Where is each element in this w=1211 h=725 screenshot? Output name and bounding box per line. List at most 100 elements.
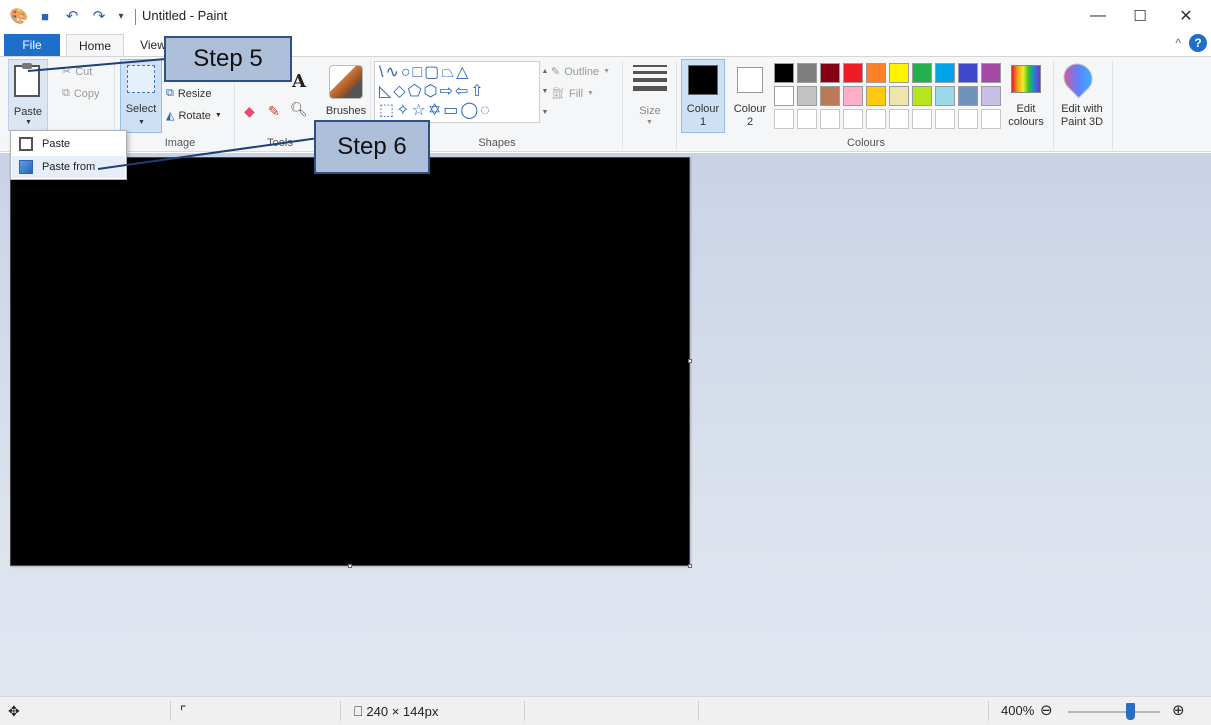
paint-app-icon[interactable]: 🎨 — [10, 7, 29, 25]
zoom-in-icon[interactable]: ⊕ — [1172, 701, 1185, 719]
size-dropdown-arrow-icon[interactable]: ▼ — [646, 119, 653, 126]
cursor-position-icon: ✥ — [8, 703, 20, 719]
select-label: Select — [125, 103, 157, 115]
tab-file[interactable]: File — [4, 34, 60, 56]
zoom-out-icon[interactable]: ⊖ — [1040, 701, 1053, 719]
palette-colour-swatch[interactable] — [889, 86, 909, 106]
resize-handle-right[interactable] — [688, 359, 692, 363]
status-separator — [340, 701, 341, 721]
shapes-scroll[interactable]: ▲ ▼ ▼ — [540, 61, 550, 123]
shapes-gallery[interactable]: \∿○□▢⏢△ ◺◇⬠⬡⇨⇦⇧ ⬚✧☆✡▭◯◌ — [374, 61, 540, 123]
collapse-ribbon-icon[interactable]: ^ — [1175, 36, 1181, 50]
brushes-label[interactable]: Brushes — [322, 105, 370, 118]
palette-colour-swatch[interactable] — [820, 86, 840, 106]
colours-group-label: Colours — [847, 137, 885, 149]
palette-custom-swatch[interactable] — [958, 109, 978, 129]
minimize-button[interactable]: — — [1075, 0, 1121, 32]
rotate-button[interactable]: ◭ Rotate ▼ — [166, 109, 222, 123]
redo-icon[interactable]: ↷ — [90, 7, 108, 25]
colour-2-swatch[interactable] — [737, 67, 763, 93]
shapes-row-1[interactable]: \∿○□▢⏢△ — [379, 64, 470, 82]
undo-icon[interactable]: ↶ — [63, 7, 81, 25]
palette-custom-swatch[interactable] — [866, 109, 886, 129]
palette-colour-swatch[interactable] — [774, 86, 794, 106]
size-icon[interactable] — [633, 65, 667, 95]
shapes-scroll-down-icon[interactable]: ▼ — [542, 88, 549, 95]
palette-colour-swatch[interactable] — [797, 63, 817, 83]
tab-home[interactable]: Home — [66, 34, 124, 56]
magnifier-icon[interactable]: 🔍︎ — [290, 101, 308, 118]
palette-colour-swatch[interactable] — [797, 86, 817, 106]
palette-colour-swatch[interactable] — [866, 63, 886, 83]
palette-colour-swatch[interactable] — [912, 63, 932, 83]
copy-icon: ⧉ — [62, 87, 70, 99]
group-separator — [676, 61, 677, 149]
edit-colours-icon[interactable] — [1011, 65, 1041, 93]
palette-colour-swatch[interactable] — [981, 86, 1001, 106]
palette-colour-swatch[interactable] — [820, 63, 840, 83]
paste-icon — [19, 137, 33, 151]
color-picker-icon[interactable]: ✎ — [268, 103, 280, 120]
shapes-row-2[interactable]: ◺◇⬠⬡⇨⇦⇧ — [379, 83, 486, 101]
zoom-slider-track[interactable] — [1068, 711, 1160, 713]
rotate-icon: ◭ — [166, 110, 175, 122]
save-icon[interactable]: ■ — [36, 7, 54, 25]
zoom-slider-thumb[interactable] — [1126, 703, 1135, 720]
image-size-icon: ⎕ — [354, 703, 363, 719]
edit-colours-label-2[interactable]: colours — [1002, 116, 1050, 129]
palette-colour-swatch[interactable] — [935, 63, 955, 83]
close-button[interactable]: ✕ — [1163, 0, 1209, 32]
shapes-scroll-up-icon[interactable]: ▲ — [542, 68, 549, 75]
palette-custom-swatch[interactable] — [797, 109, 817, 129]
shapes-expand-icon[interactable]: ▼ — [542, 109, 549, 116]
resize-handle-corner[interactable] — [688, 564, 692, 568]
palette-custom-swatch[interactable] — [820, 109, 840, 129]
palette-colour-swatch[interactable] — [843, 63, 863, 83]
paste-dropdown-menu: Paste Paste from — [10, 130, 127, 180]
palette-custom-swatch[interactable] — [981, 109, 1001, 129]
group-separator — [622, 61, 623, 149]
shapes-row-3[interactable]: ⬚✧☆✡▭◯◌ — [379, 102, 492, 120]
palette-colour-swatch[interactable] — [774, 63, 794, 83]
image-size: ⎕ 240 × 144px — [354, 703, 438, 720]
palette-colour-swatch[interactable] — [866, 86, 886, 106]
colour-1-label: Colour — [686, 103, 720, 115]
help-icon[interactable]: ? — [1189, 34, 1207, 52]
palette-colour-swatch[interactable] — [912, 86, 932, 106]
text-tool-icon[interactable]: A — [292, 71, 306, 92]
customize-quick-access-icon[interactable]: ▾ — [112, 7, 130, 25]
palette-colour-swatch[interactable] — [843, 86, 863, 106]
edit-with-paint3d-label-1[interactable]: Edit with — [1054, 103, 1110, 116]
fill-button[interactable]: ⛽︎ Fill ▼ — [551, 87, 594, 101]
palette-colour-swatch[interactable] — [889, 63, 909, 83]
outline-button[interactable]: ✎ Outline ▼ — [551, 65, 611, 79]
palette-colour-swatch[interactable] — [935, 86, 955, 106]
paint-3d-icon[interactable] — [1057, 57, 1099, 99]
edit-with-paint3d-label-2[interactable]: Paint 3D — [1054, 116, 1110, 129]
colour-2-label[interactable]: Colour — [728, 103, 772, 116]
status-separator — [698, 701, 699, 721]
maximize-button[interactable]: ☐ — [1117, 0, 1163, 32]
palette-custom-swatch[interactable] — [935, 109, 955, 129]
outline-dropdown-arrow-icon: ▼ — [603, 68, 611, 75]
select-dropdown-arrow-icon[interactable]: ▼ — [138, 119, 145, 126]
menu-item-paste[interactable]: Paste — [12, 133, 125, 155]
palette-custom-swatch[interactable] — [774, 109, 794, 129]
paste-dropdown-arrow-icon[interactable]: ▼ — [25, 119, 32, 126]
palette-custom-swatch[interactable] — [889, 109, 909, 129]
palette-custom-swatch[interactable] — [843, 109, 863, 129]
eraser-icon[interactable]: ◆ — [244, 103, 255, 120]
palette-colour-swatch[interactable] — [958, 86, 978, 106]
resize-handle-bottom[interactable] — [348, 564, 352, 568]
resize-icon: ⧉ — [166, 87, 174, 99]
copy-button[interactable]: ⧉ Copy — [62, 87, 100, 100]
palette-colour-swatch[interactable] — [981, 63, 1001, 83]
drawing-canvas[interactable] — [10, 157, 690, 566]
brushes-icon[interactable] — [329, 65, 363, 99]
colour-1-swatch — [688, 65, 718, 95]
resize-button[interactable]: ⧉ Resize — [166, 87, 211, 100]
palette-colour-swatch[interactable] — [958, 63, 978, 83]
edit-colours-label-1[interactable]: Edit — [1002, 103, 1050, 116]
palette-custom-swatch[interactable] — [912, 109, 932, 129]
status-separator — [170, 701, 171, 721]
